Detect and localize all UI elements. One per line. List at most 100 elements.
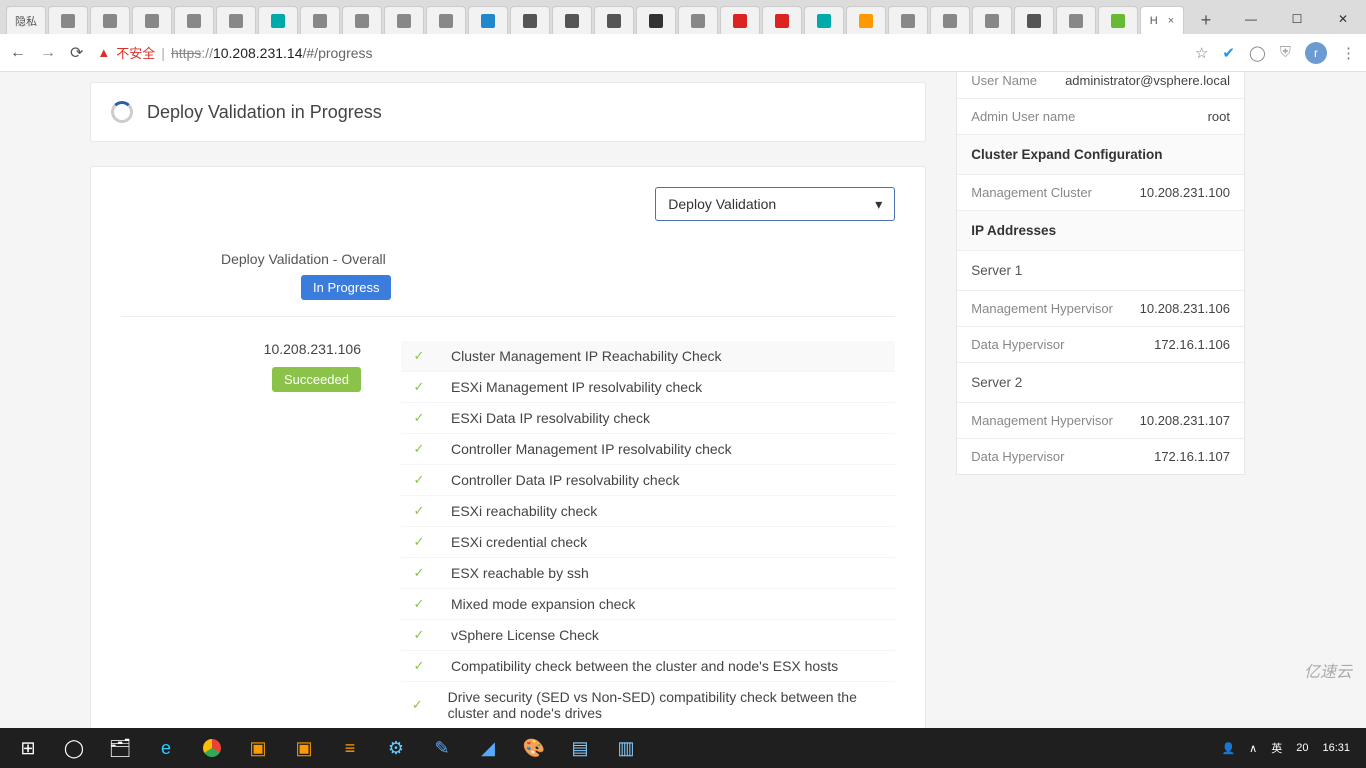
check-row: ✓ESX reachable by ssh [401, 558, 895, 589]
insecure-icon: ▲ [97, 45, 110, 60]
check-row: ✓ESXi reachability check [401, 496, 895, 527]
app-icon[interactable]: ▤ [558, 728, 602, 768]
check-label: ESXi Data IP resolvability check [451, 410, 650, 426]
app-icon[interactable]: ✎ [420, 728, 464, 768]
browser-tab[interactable] [174, 6, 214, 34]
server-subheader: Server 2 [957, 362, 1244, 402]
overall-status-badge: In Progress [301, 275, 391, 300]
close-icon[interactable]: × [1168, 15, 1174, 27]
url-text: https://10.208.231.14/#/progress [171, 45, 373, 61]
browser-tab[interactable] [762, 6, 802, 34]
tray-clock[interactable]: 16:31 [1322, 742, 1350, 754]
window-maximize-button[interactable]: ☐ [1274, 4, 1320, 34]
server-status-badge: Succeeded [272, 367, 361, 392]
browser-tab[interactable]: 隐私 [6, 6, 46, 34]
browser-tab[interactable] [846, 6, 886, 34]
browser-tab[interactable] [678, 6, 718, 34]
shield-icon[interactable]: ⛨ [1280, 44, 1291, 61]
check-success-icon: ✓ [411, 472, 427, 488]
extension-icon[interactable]: ✔ [1222, 44, 1235, 62]
check-list: ✓Cluster Management IP Reachability Chec… [401, 341, 895, 728]
app-icon[interactable]: ▥ [604, 728, 648, 768]
browser-tab[interactable] [468, 6, 508, 34]
app-icon[interactable]: ⚙ [374, 728, 418, 768]
browser-tab[interactable] [804, 6, 844, 34]
tray-caret-icon[interactable]: ∧ [1249, 742, 1257, 755]
browser-tab[interactable] [1056, 6, 1096, 34]
browser-tab[interactable] [1014, 6, 1054, 34]
browser-tab[interactable] [258, 6, 298, 34]
browser-tab-active[interactable]: H × [1140, 6, 1184, 34]
browser-tab[interactable] [720, 6, 760, 34]
check-row: ✓Drive security (SED vs Non-SED) compati… [401, 682, 895, 728]
tray-ime[interactable]: 英 [1271, 740, 1282, 756]
spinner-icon [111, 101, 133, 123]
browser-tab[interactable] [888, 6, 928, 34]
bookmark-icon[interactable]: ☆ [1195, 44, 1208, 62]
check-label: Mixed mode expansion check [451, 596, 635, 612]
overall-label: Deploy Validation - Overall [221, 251, 895, 267]
check-success-icon: ✓ [411, 596, 427, 612]
app-icon[interactable]: ▣ [236, 728, 280, 768]
browser-tab[interactable] [48, 6, 88, 34]
app-icon[interactable]: 🎨 [512, 728, 556, 768]
progress-header-card: Deploy Validation in Progress [90, 82, 926, 142]
app-icon[interactable]: ≡ [328, 728, 372, 768]
new-tab-button[interactable]: + [1186, 6, 1226, 34]
check-label: ESXi credential check [451, 534, 587, 550]
check-row: ✓ Mixed mode expansion check [401, 589, 895, 620]
check-success-icon: ✓ [411, 658, 427, 674]
extension-icon[interactable]: ◯ [1249, 44, 1266, 62]
profile-avatar[interactable]: r [1305, 42, 1327, 64]
browser-tab[interactable] [636, 6, 676, 34]
start-button[interactable]: ⊞ [6, 728, 50, 768]
check-label: ESXi Management IP resolvability check [451, 379, 702, 395]
file-explorer-icon[interactable]: 🗂 [98, 728, 142, 768]
app-icon[interactable]: ▣ [282, 728, 326, 768]
check-label: vSphere License Check [451, 627, 599, 643]
browser-tab[interactable] [426, 6, 466, 34]
address-bar[interactable]: ▲ 不安全 | https://10.208.231.14/#/progress [97, 43, 1181, 62]
browser-tab[interactable] [132, 6, 172, 34]
check-label: ESX reachable by ssh [451, 565, 589, 581]
chrome-icon[interactable] [190, 728, 234, 768]
check-success-icon: ✓ [411, 348, 427, 364]
browser-tab[interactable] [552, 6, 592, 34]
app-icon[interactable]: ◢ [466, 728, 510, 768]
browser-tab[interactable] [300, 6, 340, 34]
reload-button[interactable]: ⟳ [70, 43, 83, 63]
check-row: ✓ESXi Management IP resolvability check [401, 372, 895, 403]
check-success-icon: ✓ [411, 627, 427, 643]
browser-tab[interactable] [594, 6, 634, 34]
window-close-button[interactable]: ✕ [1320, 4, 1366, 34]
browser-tab[interactable] [342, 6, 382, 34]
browser-tab[interactable] [510, 6, 550, 34]
browser-tab[interactable] [384, 6, 424, 34]
check-success-icon: ✓ [411, 697, 424, 713]
browser-tab[interactable] [972, 6, 1012, 34]
window-minimize-button[interactable]: — [1228, 4, 1274, 34]
kv-row: Data Hypervisor172.16.1.107 [957, 438, 1244, 474]
page-viewport: Deploy Validation in Progress Deploy Val… [0, 72, 1366, 728]
check-label: Controller Management IP resolvability c… [451, 441, 732, 457]
ie-icon[interactable]: e [144, 728, 188, 768]
overall-status-row: Deploy Validation - Overall In Progress [121, 251, 895, 317]
check-row: ✓ Compatibility check between the cluster… [401, 651, 895, 682]
server-block: 10.208.231.106 Succeeded ✓Cluster Manage… [121, 341, 895, 728]
check-label: Compatibility check between the cluster … [451, 658, 838, 674]
forward-button[interactable]: → [40, 44, 56, 62]
browser-tab[interactable] [216, 6, 256, 34]
browser-tab[interactable] [1098, 6, 1138, 34]
check-success-icon: ✓ [411, 410, 427, 426]
check-row: ✓ ESXi Data IP resolvability check [401, 403, 895, 434]
browser-toolbar: ← → ⟳ ▲ 不安全 | https://10.208.231.14/#/pr… [0, 34, 1366, 72]
browser-tab[interactable] [90, 6, 130, 34]
browser-tab[interactable] [930, 6, 970, 34]
back-button[interactable]: ← [10, 44, 26, 62]
validation-type-select[interactable]: Deploy Validation ▾ [655, 187, 895, 221]
section-title: Cluster Expand Configuration [957, 134, 1244, 174]
kv-row: Management Cluster10.208.231.100 [957, 174, 1244, 210]
cortana-icon[interactable]: ◯ [52, 728, 96, 768]
tray-people-icon[interactable]: 👤 [1221, 742, 1235, 755]
menu-icon[interactable]: ⋮ [1341, 44, 1356, 62]
